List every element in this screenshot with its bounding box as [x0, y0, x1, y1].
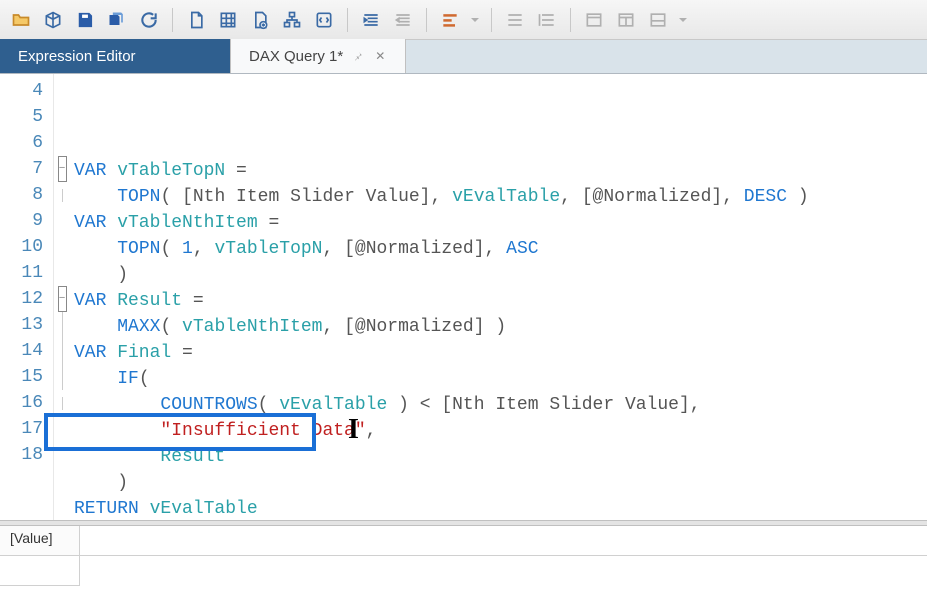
- toolbar-separator: [570, 8, 571, 32]
- code-line[interactable]: ): [74, 470, 927, 496]
- code-area[interactable]: I VAR vTableTopN = TOPN( [Nth Item Slide…: [70, 74, 927, 520]
- save-all-icon[interactable]: [102, 5, 132, 35]
- indent-icon[interactable]: [356, 5, 386, 35]
- save-icon[interactable]: [70, 5, 100, 35]
- dropdown2-icon[interactable]: [675, 5, 691, 35]
- code-line[interactable]: MAXX( vTableNthItem, [@Normalized] ): [74, 314, 927, 340]
- uncomment-icon[interactable]: [532, 5, 562, 35]
- results-pane: [Value]: [0, 526, 927, 614]
- line-number: 9: [0, 208, 49, 234]
- fold-marker[interactable]: −: [54, 156, 70, 182]
- fold-marker: [54, 338, 70, 364]
- document-icon[interactable]: [181, 5, 211, 35]
- close-icon[interactable]: ✕: [373, 49, 387, 63]
- line-number: 16: [0, 390, 49, 416]
- line-number: 12: [0, 286, 49, 312]
- toolbar-separator: [426, 8, 427, 32]
- cube-icon[interactable]: [38, 5, 68, 35]
- code-line[interactable]: ): [74, 262, 927, 288]
- fold-marker: [54, 312, 70, 338]
- code-line[interactable]: VAR vTableNthItem =: [74, 210, 927, 236]
- code-line[interactable]: TOPN( [Nth Item Slider Value], vEvalTabl…: [74, 184, 927, 210]
- results-header: [Value]: [0, 526, 927, 556]
- line-number: 14: [0, 338, 49, 364]
- line-number: 17: [0, 416, 49, 442]
- tab-bar: Expression Editor DAX Query 1* ✕: [0, 40, 927, 74]
- toolbar: [0, 0, 927, 40]
- panel3-icon[interactable]: [643, 5, 673, 35]
- line-number: 6: [0, 130, 49, 156]
- tab-label: DAX Query 1*: [249, 48, 343, 65]
- fold-marker: [54, 260, 70, 286]
- result-cell[interactable]: [0, 556, 80, 586]
- open-folder-icon[interactable]: [6, 5, 36, 35]
- toolbar-separator: [172, 8, 173, 32]
- pin-icon[interactable]: [351, 49, 365, 63]
- fold-marker[interactable]: −: [54, 286, 70, 312]
- toolbar-separator: [347, 8, 348, 32]
- refresh-icon[interactable]: [134, 5, 164, 35]
- code-line[interactable]: VAR Result =: [74, 288, 927, 314]
- code-line[interactable]: COUNTROWS( vEvalTable ) < [Nth Item Slid…: [74, 392, 927, 418]
- line-number: 10: [0, 234, 49, 260]
- fold-marker: [54, 78, 70, 104]
- code-line[interactable]: VAR vTableTopN =: [74, 158, 927, 184]
- fold-marker: [54, 130, 70, 156]
- line-number: 5: [0, 104, 49, 130]
- tab-dax-query[interactable]: DAX Query 1* ✕: [230, 39, 406, 73]
- line-number: 8: [0, 182, 49, 208]
- code-line[interactable]: IF(: [74, 366, 927, 392]
- dropdown-icon[interactable]: [467, 5, 483, 35]
- fold-marker: [54, 416, 70, 442]
- line-number: 4: [0, 78, 49, 104]
- fold-marker: [54, 104, 70, 130]
- fold-marker: [54, 234, 70, 260]
- toolbar-separator: [491, 8, 492, 32]
- code-line[interactable]: Result: [74, 444, 927, 470]
- tab-label: Expression Editor: [18, 48, 136, 65]
- comment-icon[interactable]: [500, 5, 530, 35]
- grid-icon[interactable]: [213, 5, 243, 35]
- code-line[interactable]: TOPN( 1, vTableTopN, [@Normalized], ASC: [74, 236, 927, 262]
- panel2-icon[interactable]: [611, 5, 641, 35]
- panel1-icon[interactable]: [579, 5, 609, 35]
- fold-marker: [54, 208, 70, 234]
- format-icon[interactable]: [435, 5, 465, 35]
- line-number: 7: [0, 156, 49, 182]
- results-row: [0, 556, 927, 586]
- code-line[interactable]: "Insufficient Data",: [74, 418, 927, 444]
- outdent-icon[interactable]: [388, 5, 418, 35]
- line-number: 13: [0, 312, 49, 338]
- code-line[interactable]: VAR Final =: [74, 340, 927, 366]
- code-line[interactable]: RETURN vEvalTable: [74, 496, 927, 520]
- column-header-value[interactable]: [Value]: [0, 526, 80, 555]
- fold-marker: [54, 364, 70, 390]
- fold-marker: [54, 182, 70, 208]
- page-plus-icon[interactable]: [245, 5, 275, 35]
- fold-column: −−: [54, 74, 70, 520]
- line-number: 18: [0, 442, 49, 468]
- fold-marker: [54, 442, 70, 468]
- code-editor[interactable]: 456789101112131415161718 −− I VAR vTable…: [0, 74, 927, 520]
- script-icon[interactable]: [309, 5, 339, 35]
- tab-expression-editor[interactable]: Expression Editor: [0, 39, 230, 73]
- line-number: 15: [0, 364, 49, 390]
- line-gutter: 456789101112131415161718: [0, 74, 54, 520]
- line-number: 11: [0, 260, 49, 286]
- fold-marker: [54, 390, 70, 416]
- hierarchy-icon[interactable]: [277, 5, 307, 35]
